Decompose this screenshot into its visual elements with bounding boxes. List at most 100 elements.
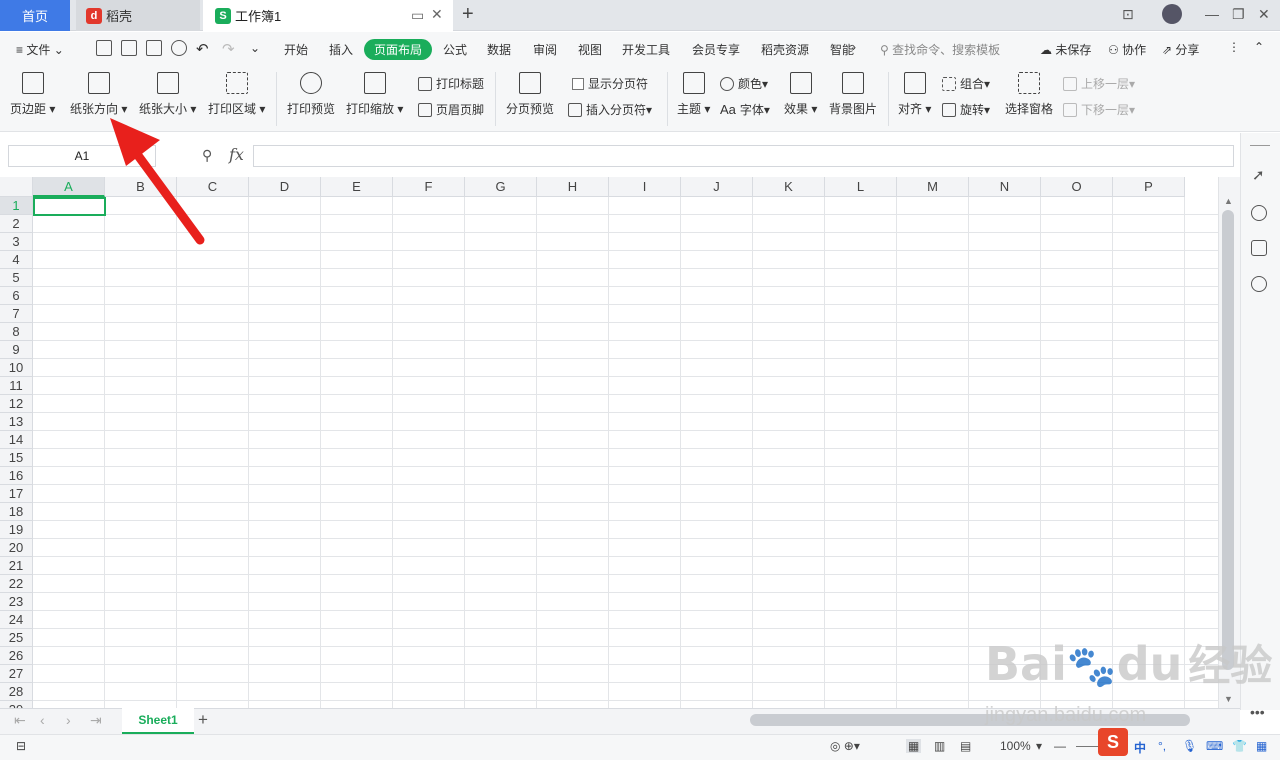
eye-protect-icon[interactable]: ◎ ⊕▾ [830, 739, 860, 753]
fonts-button[interactable]: Aa 字体 ▾ [720, 101, 770, 118]
smart-tool-icon[interactable] [1251, 276, 1267, 292]
selected-cell-a1[interactable] [33, 197, 106, 216]
row-header-19[interactable]: 19 [0, 521, 33, 539]
zoom-dropdown-icon[interactable]: ▾ [1036, 739, 1042, 753]
group-button[interactable]: 组合 ▾ [942, 75, 990, 92]
menu-review[interactable]: 审阅 [533, 41, 557, 58]
panel-handle-icon[interactable] [1250, 145, 1270, 146]
row-header-21[interactable]: 21 [0, 557, 33, 575]
menu-more-icon[interactable]: › [852, 40, 856, 54]
command-search[interactable]: ⚲ 查找命令、搜索模板 [880, 41, 1000, 58]
page-layout-view-icon[interactable]: ▥ [934, 739, 945, 753]
row-header-1[interactable]: 1 [0, 197, 33, 215]
menu-page-layout[interactable]: 页面布局 [364, 39, 432, 60]
row-header-23[interactable]: 23 [0, 593, 33, 611]
menu-smart[interactable]: 智能 [830, 41, 854, 58]
sheet-tab-sheet1[interactable]: Sheet1 [122, 708, 194, 734]
zoom-level[interactable]: 100% [1000, 739, 1031, 753]
row-header-22[interactable]: 22 [0, 575, 33, 593]
column-header-o[interactable]: O [1041, 177, 1113, 197]
row-header-8[interactable]: 8 [0, 323, 33, 341]
pin-icon[interactable]: ▭ [411, 7, 424, 24]
ime-skin-icon[interactable]: 👕 [1232, 739, 1247, 753]
row-header-5[interactable]: 5 [0, 269, 33, 287]
new-tab-icon[interactable]: + [462, 3, 474, 26]
quick-access-dropdown-icon[interactable]: ⌄ [250, 41, 260, 55]
unsaved-status[interactable]: ☁ 未保存 [1040, 41, 1091, 58]
row-header-29[interactable]: 29 [0, 701, 33, 708]
row-header-14[interactable]: 14 [0, 431, 33, 449]
rotate-button[interactable]: 旋转 ▾ [942, 101, 990, 118]
print-titles-button[interactable]: 打印标题 [418, 75, 484, 92]
row-header-28[interactable]: 28 [0, 683, 33, 701]
first-sheet-icon[interactable]: ⇤ [14, 712, 26, 729]
column-header-p[interactable]: P [1113, 177, 1185, 197]
row-header-17[interactable]: 17 [0, 485, 33, 503]
menu-insert[interactable]: 插入 [329, 41, 353, 58]
show-page-breaks-checkbox[interactable]: 显示分页符 [572, 75, 648, 92]
row-header-20[interactable]: 20 [0, 539, 33, 557]
column-header-d[interactable]: D [249, 177, 321, 197]
column-header-g[interactable]: G [465, 177, 537, 197]
minimize-icon[interactable]: — [1205, 6, 1219, 22]
row-header-13[interactable]: 13 [0, 413, 33, 431]
row-header-27[interactable]: 27 [0, 665, 33, 683]
effects-button[interactable]: 效果 ▾ [784, 72, 817, 117]
row-header-12[interactable]: 12 [0, 395, 33, 413]
more-side-icon[interactable]: ••• [1250, 704, 1265, 720]
tab-workbook[interactable]: S 工作簿1 ▭ ✕ [203, 0, 453, 31]
ime-mic-icon[interactable]: 🎙 [1182, 739, 1197, 753]
row-header-9[interactable]: 9 [0, 341, 33, 359]
print-preview-button[interactable]: 打印预览 [287, 72, 335, 117]
next-sheet-icon[interactable]: › [66, 712, 71, 728]
print-icon[interactable] [146, 40, 162, 56]
menu-start[interactable]: 开始 [284, 41, 308, 58]
menu-member[interactable]: 会员专享 [692, 41, 740, 58]
image-tool-icon[interactable] [1251, 240, 1267, 256]
select-pointer-icon[interactable]: ➚ [1252, 166, 1265, 184]
row-header-24[interactable]: 24 [0, 611, 33, 629]
bring-forward-button[interactable]: 上移一层 ▾ [1063, 75, 1135, 92]
close-tab-icon[interactable]: ✕ [431, 6, 443, 23]
prev-sheet-icon[interactable]: ‹ [40, 712, 45, 728]
row-header-11[interactable]: 11 [0, 377, 33, 395]
menu-developer[interactable]: 开发工具 [622, 41, 670, 58]
row-header-16[interactable]: 16 [0, 467, 33, 485]
export-icon[interactable] [121, 40, 137, 56]
sogou-ime-icon[interactable]: S [1098, 728, 1128, 756]
row-header-26[interactable]: 26 [0, 647, 33, 665]
column-header-j[interactable]: J [681, 177, 753, 197]
column-header-l[interactable]: L [825, 177, 897, 197]
menu-daoke-resources[interactable]: 稻壳资源 [761, 41, 809, 58]
row-header-6[interactable]: 6 [0, 287, 33, 305]
row-header-2[interactable]: 2 [0, 215, 33, 233]
add-sheet-icon[interactable]: + [198, 710, 208, 730]
insert-page-break-button[interactable]: 插入分页符 ▾ [568, 101, 652, 118]
file-menu[interactable]: ≡ 文件 ⌄ [16, 41, 64, 58]
ime-punct-icon[interactable]: °, [1158, 739, 1166, 753]
undo-icon[interactable]: ↶ [196, 40, 209, 58]
menu-formula[interactable]: 公式 [443, 41, 467, 58]
close-window-icon[interactable]: ✕ [1258, 6, 1270, 23]
colors-button[interactable]: 颜色 ▾ [720, 75, 768, 92]
margins-button[interactable]: 页边距 ▾ [10, 72, 55, 117]
collab-button[interactable]: ⚇ 协作 [1108, 41, 1146, 58]
row-header-7[interactable]: 7 [0, 305, 33, 323]
vertical-scroll-thumb[interactable] [1222, 210, 1234, 670]
background-image-button[interactable]: 背景图片 [829, 72, 877, 117]
restore-icon[interactable]: ❐ [1232, 6, 1245, 23]
normal-view-icon[interactable]: ▦ [906, 739, 922, 753]
formula-input[interactable] [253, 145, 1234, 167]
fx-icon[interactable]: fx [229, 145, 244, 164]
header-footer-button[interactable]: 页眉页脚 [418, 101, 484, 118]
column-header-m[interactable]: M [897, 177, 969, 197]
help-icon[interactable] [1251, 205, 1267, 221]
scroll-up-icon[interactable]: ▲ [1224, 196, 1233, 206]
zoom-out-icon[interactable]: — [1054, 739, 1066, 753]
column-header-n[interactable]: N [969, 177, 1041, 197]
column-header-a[interactable]: A [33, 177, 105, 197]
ime-menu-icon[interactable]: ▦ [1256, 739, 1267, 753]
ime-keyboard-icon[interactable]: ⌨ [1206, 739, 1223, 753]
window-layout-icon[interactable]: ⊡ [1122, 6, 1134, 23]
spreadsheet-grid[interactable]: A B C D E F G H I J K L M N O P 1 2 3 4 5 6 7 8 9 10 11 12 13 14 15 16 1… [0, 177, 1218, 708]
